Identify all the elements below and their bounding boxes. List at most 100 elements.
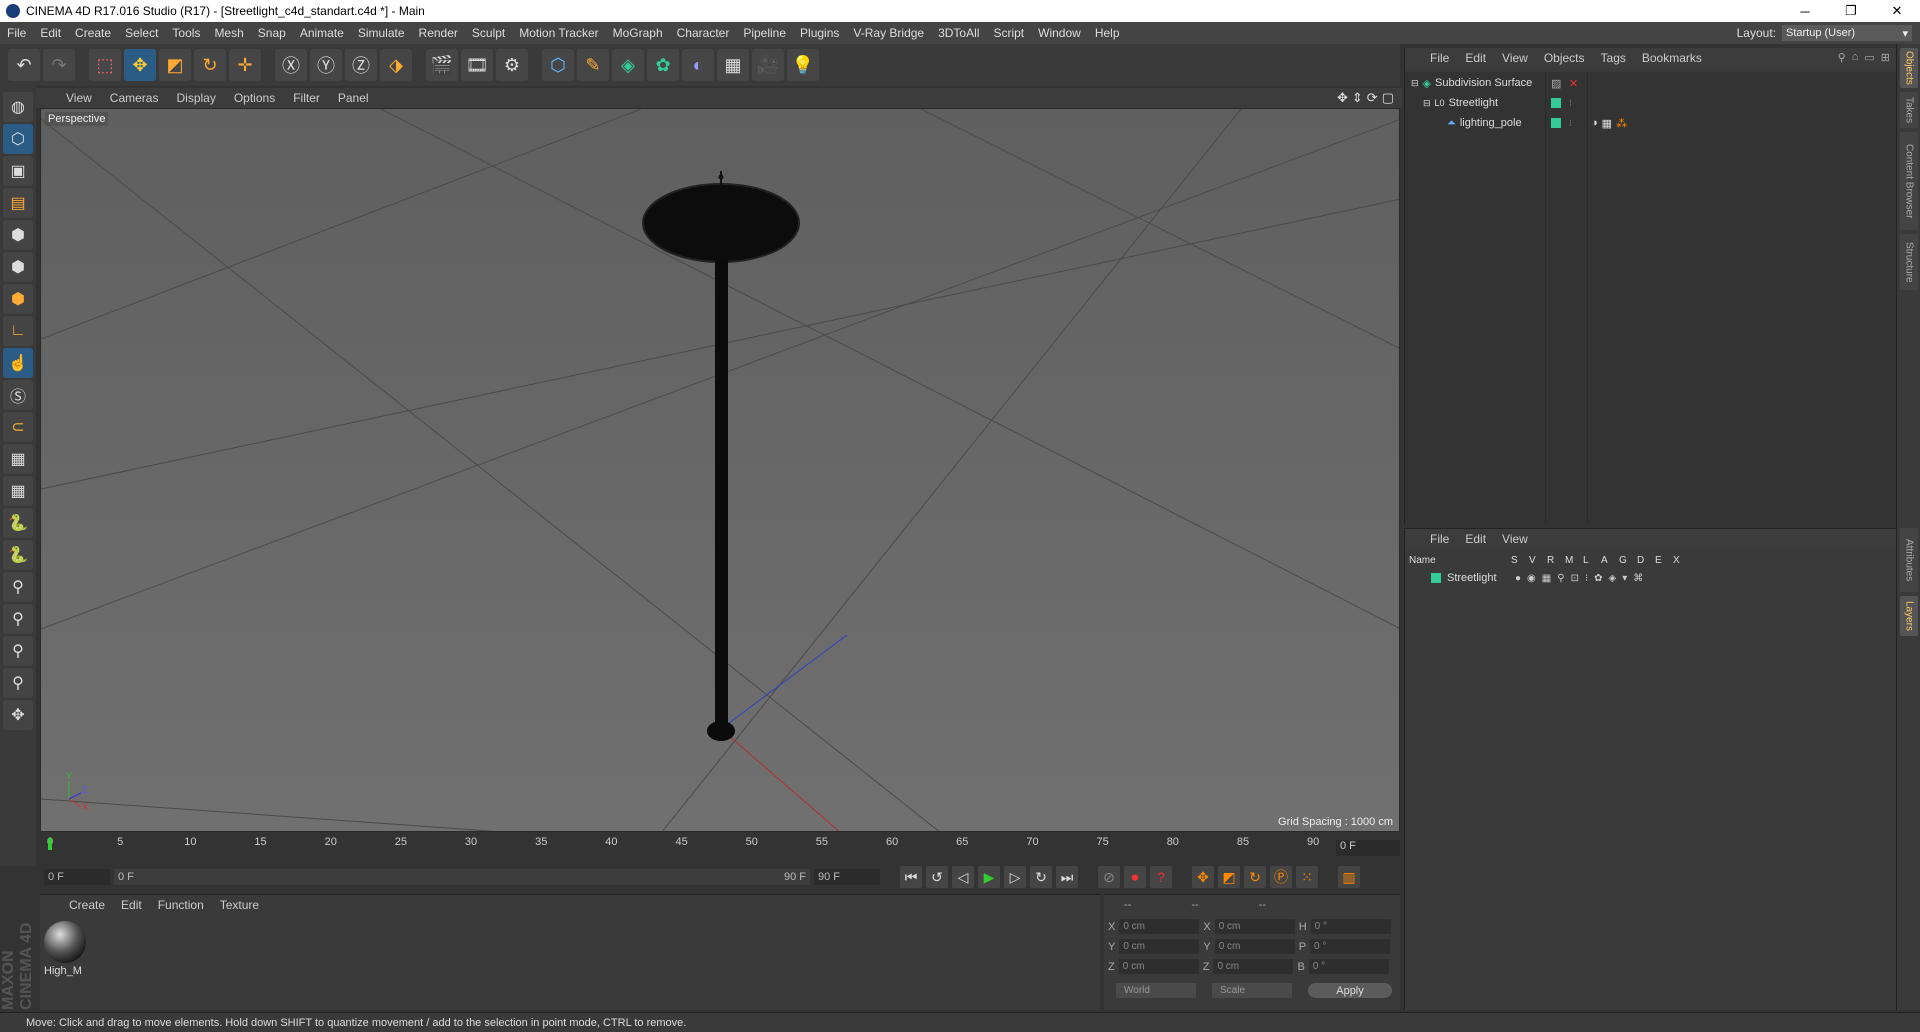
cube-button[interactable]: ⬡ — [542, 49, 574, 81]
orbit-icon[interactable]: ⟳ — [1367, 90, 1378, 106]
key-position-button[interactable]: ✥ — [1192, 866, 1214, 888]
uvw-tag-icon[interactable]: ▦ — [1602, 117, 1612, 130]
subdivision-surface-button[interactable]: ◈ — [612, 49, 644, 81]
tab-takes[interactable]: Takes — [1900, 92, 1918, 128]
object-menu-tags[interactable]: Tags — [1594, 51, 1633, 65]
column-locked[interactable]: L — [1583, 555, 1601, 566]
brush-r-button[interactable]: ⚲ — [3, 636, 33, 666]
key-parameter-button[interactable]: Ⓟ — [1270, 866, 1292, 888]
previous-key-button[interactable]: ↺ — [926, 866, 948, 888]
paint-tool-button[interactable]: ⚲ — [3, 572, 33, 602]
live-selection-button[interactable]: ⬚ — [89, 49, 121, 81]
lamp-pole[interactable] — [715, 259, 728, 729]
column-view[interactable]: V — [1529, 555, 1547, 566]
menu-mesh[interactable]: Mesh — [207, 26, 250, 40]
viewport-menu-display[interactable]: Display — [168, 91, 223, 105]
apply-button[interactable]: Apply — [1308, 983, 1392, 998]
autokeying-button[interactable]: ? — [1150, 866, 1172, 888]
collapse-icon[interactable]: ⊟ — [1423, 98, 1431, 109]
solo-button[interactable]: Ⓢ — [3, 380, 33, 410]
menu-help[interactable]: Help — [1088, 26, 1127, 40]
home-icon[interactable]: ⌂ — [1852, 51, 1859, 64]
position-y-field[interactable]: 0 cm — [1119, 939, 1200, 954]
visibility-dots-icon[interactable]: ⁝ — [1569, 98, 1572, 109]
object-menu-objects[interactable]: Objects — [1537, 51, 1592, 65]
redo-button[interactable]: ↷ — [43, 49, 75, 81]
menu-3dtoall[interactable]: 3DToAll — [931, 26, 986, 40]
object-menu-bookmarks[interactable]: Bookmarks — [1635, 51, 1709, 65]
render-settings-button[interactable]: ⚙ — [496, 49, 528, 81]
play-button[interactable]: ▶ — [978, 866, 1000, 888]
material-name[interactable]: High_M — [44, 965, 82, 977]
move-tool-button[interactable]: ✥ — [124, 49, 156, 81]
current-frame-input[interactable]: 0 F — [44, 869, 110, 885]
lock-toggle-icon[interactable]: ⊡ — [1571, 573, 1579, 584]
workplane-lock-button[interactable]: ▦ — [3, 444, 33, 474]
playhead[interactable] — [48, 838, 52, 850]
solo-toggle-icon[interactable]: ● — [1515, 573, 1521, 584]
render-toggle-icon[interactable]: ▦ — [1542, 573, 1551, 584]
recent-tools-button[interactable]: ✛ — [229, 49, 261, 81]
scale-tool-button[interactable]: ◩ — [159, 49, 191, 81]
position-z-field[interactable]: 0 cm — [1118, 959, 1199, 974]
next-key-button[interactable]: ↻ — [1030, 866, 1052, 888]
rotation-b-field[interactable]: 0 ° — [1308, 959, 1389, 974]
timeline-window-button[interactable]: ▥ — [1338, 866, 1360, 888]
menu-snap[interactable]: Snap — [251, 26, 293, 40]
phong-tag-icon[interactable]: ◑ — [1591, 117, 1598, 130]
go-to-start-button[interactable]: ⏮ — [900, 866, 922, 888]
material-menu-texture[interactable]: Texture — [213, 898, 266, 912]
column-solo[interactable]: S — [1511, 555, 1529, 566]
polygons-mode-button[interactable]: ⬢ — [3, 284, 33, 314]
key-pla-button[interactable]: ⁙ — [1296, 866, 1318, 888]
tab-content-browser[interactable]: Content Browser — [1900, 132, 1918, 230]
previous-frame-button[interactable]: ◁ — [952, 866, 974, 888]
brush-s-button[interactable]: ⚲ — [3, 668, 33, 698]
object-menu-view[interactable]: View — [1495, 51, 1535, 65]
brush-tool-button[interactable]: ⚲ — [3, 604, 33, 634]
layer-color-swatch[interactable] — [1551, 118, 1561, 128]
tab-structure[interactable]: Structure — [1900, 234, 1918, 290]
size-z-field[interactable]: 0 cm — [1213, 959, 1294, 974]
menu-select[interactable]: Select — [118, 26, 165, 40]
menu-animate[interactable]: Animate — [293, 26, 351, 40]
coordinate-mode-dropdown[interactable]: World — [1116, 983, 1196, 998]
record-keys-off-button[interactable]: ⊘ — [1098, 866, 1120, 888]
viewport-menu-options[interactable]: Options — [226, 91, 283, 105]
material-menu-create[interactable]: Create — [62, 898, 112, 912]
python-script-2-button[interactable]: 🐍 — [3, 540, 33, 570]
key-scale-button[interactable]: ◩ — [1218, 866, 1240, 888]
menu-edit[interactable]: Edit — [33, 26, 68, 40]
menu-render[interactable]: Render — [412, 26, 465, 40]
material-menu-function[interactable]: Function — [151, 898, 211, 912]
material-preview-swatch[interactable] — [44, 921, 86, 963]
axis-mode-button[interactable]: ∟ — [3, 316, 33, 346]
max-frame-input[interactable]: 90 F — [814, 869, 880, 885]
column-animation[interactable]: A — [1601, 555, 1619, 566]
layer-menu-file[interactable]: File — [1423, 532, 1456, 546]
rotation-p-field[interactable]: 0 ° — [1310, 939, 1391, 954]
menu-vray-bridge[interactable]: V-Ray Bridge — [846, 26, 931, 40]
viewport-menu-panel[interactable]: Panel — [330, 91, 377, 105]
generators-toggle-icon[interactable]: ✿ — [1594, 573, 1602, 584]
menu-create[interactable]: Create — [68, 26, 118, 40]
maximize-button[interactable]: ❐ — [1828, 0, 1874, 22]
material-menu-edit[interactable]: Edit — [114, 898, 149, 912]
object-row[interactable]: ⊟ ◈ Subdivision Surface ▨ ✕ — [1405, 74, 1897, 92]
column-deformers[interactable]: D — [1637, 555, 1655, 566]
preview-range-slider[interactable]: 0 F 90 F — [114, 869, 810, 885]
rotate-tool-button[interactable]: ↻ — [194, 49, 226, 81]
column-generators[interactable]: G — [1619, 555, 1637, 566]
material-tag-icon[interactable]: ⁂ — [1616, 117, 1627, 130]
menu-sculpt[interactable]: Sculpt — [465, 26, 512, 40]
viewport-menu-cameras[interactable]: Cameras — [102, 91, 167, 105]
maximize-viewport-icon[interactable]: ▢ — [1382, 90, 1394, 106]
layer-row[interactable]: Streetlight ● ◉ ▦ ⚲ ⊡ ⁝ ✿ ◈ ▾ ⌘ — [1405, 569, 1897, 587]
object-menu-edit[interactable]: Edit — [1458, 51, 1493, 65]
z-axis-button[interactable]: Ⓩ — [345, 49, 377, 81]
floor-button[interactable]: ▦ — [717, 49, 749, 81]
column-expressions[interactable]: E — [1655, 555, 1673, 566]
camera-button[interactable]: 🎥 — [752, 49, 784, 81]
layer-menu-edit[interactable]: Edit — [1458, 532, 1493, 546]
visibility-dots-icon[interactable]: ⁝ — [1569, 118, 1572, 129]
